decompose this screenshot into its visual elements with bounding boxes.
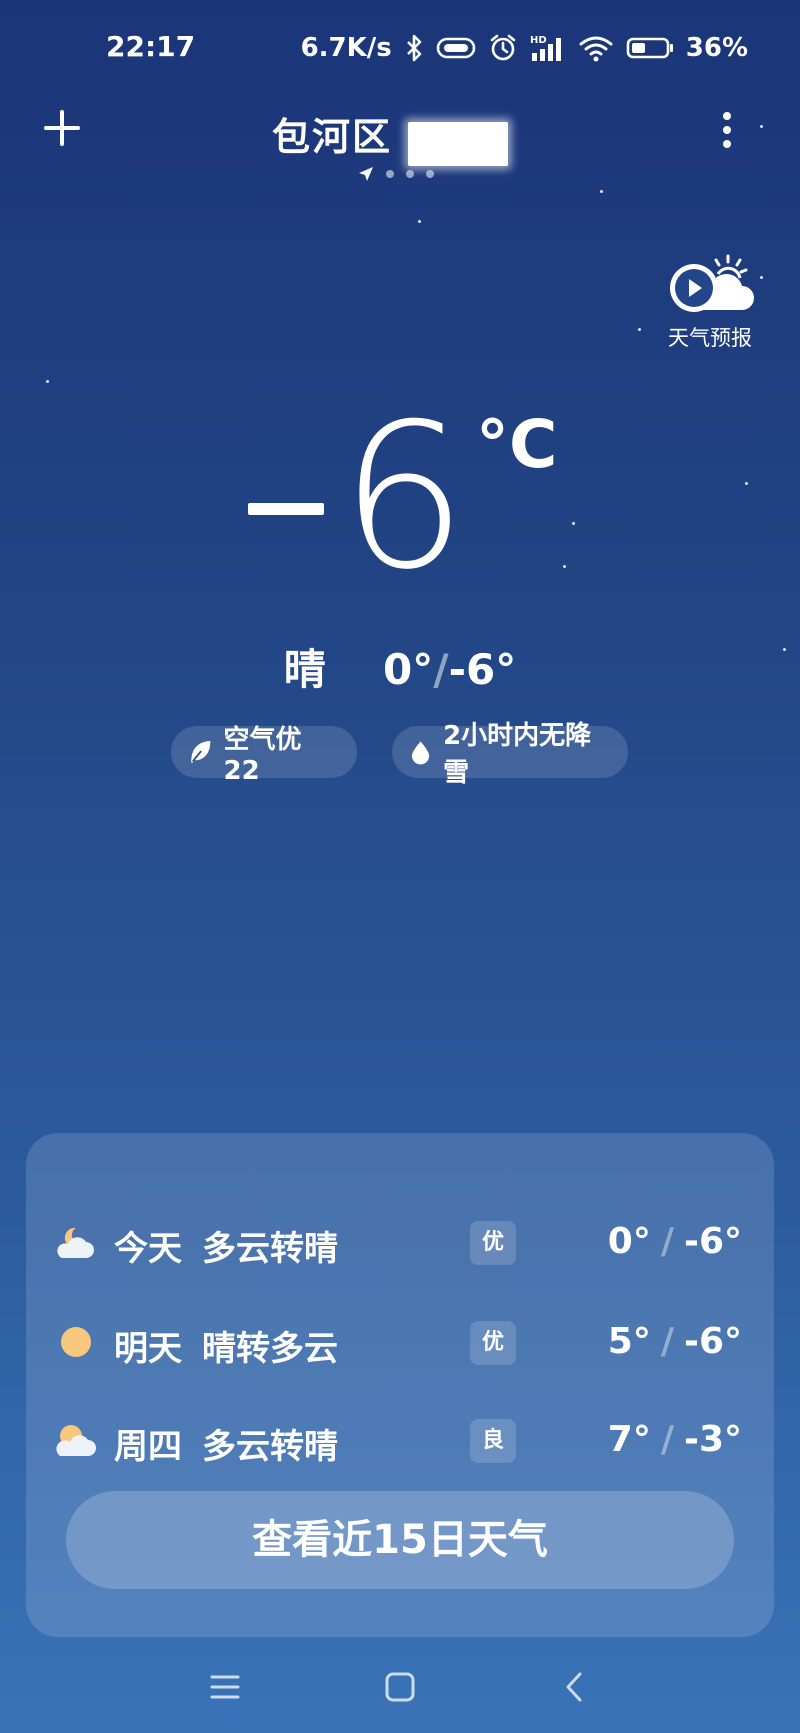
- temperature-unit: °C: [476, 406, 558, 483]
- air-quality-text: 空气优 22: [223, 724, 302, 786]
- star: [572, 522, 575, 525]
- current-summary: 晴 0°/-6°: [0, 636, 800, 697]
- forecast-temps: 5° / -6°: [607, 1321, 742, 1362]
- wifi-icon: [579, 36, 613, 62]
- star: [760, 125, 763, 128]
- status-time: 22:17: [106, 30, 196, 63]
- forecast-condition: 晴转多云: [202, 1329, 338, 1369]
- home-icon[interactable]: [377, 1664, 423, 1710]
- forecast-row-thursday[interactable]: 周四 多云转晴 良 7° / -3°: [26, 1405, 774, 1475]
- redacted-area: [408, 122, 508, 166]
- video-label: 天气预报: [668, 326, 752, 350]
- temp-separator: /: [433, 645, 449, 694]
- forecast-high: 7°: [607, 1419, 651, 1460]
- today-high: 0°: [383, 645, 434, 694]
- weather-video-button[interactable]: 天气预报: [660, 250, 760, 350]
- page-dot: [426, 170, 434, 178]
- alarm-icon: [490, 34, 516, 61]
- star: [418, 220, 421, 223]
- forecast-low: -3°: [684, 1419, 742, 1460]
- view-15-day-button[interactable]: 查看近15日天气: [66, 1491, 734, 1589]
- forecast-card: 今天 多云转晴 优 0° / -6° 明天 晴转多云 优 5° / -6° 周四 多云转…: [26, 1133, 774, 1637]
- water-drop-icon: [411, 741, 430, 765]
- page-dot: [386, 170, 394, 178]
- navigation-bar: [0, 1640, 800, 1733]
- forecast-temps: 7° / -3°: [607, 1419, 742, 1460]
- battery-percent: 36%: [685, 33, 748, 63]
- location-arrow-icon: [359, 167, 373, 181]
- star: [760, 276, 763, 279]
- current-condition: 晴: [283, 645, 326, 694]
- precipitation-chip[interactable]: 2小时内无降雪: [392, 721, 628, 788]
- star: [563, 565, 566, 568]
- battery-icon: [626, 37, 673, 59]
- partly-cloudy-icon: [56, 1425, 96, 1456]
- star: [600, 190, 603, 193]
- more-menu-button[interactable]: [712, 106, 742, 154]
- partly-cloudy-night-icon: [57, 1227, 94, 1258]
- forecast-day: 今天: [114, 1229, 182, 1269]
- svg-text:HD: HD: [530, 35, 547, 46]
- air-quality-badge: 优: [470, 1221, 516, 1265]
- city-name[interactable]: 包河区: [272, 106, 392, 161]
- sun-icon: [61, 1327, 91, 1357]
- forecast-condition: 多云转晴: [202, 1229, 338, 1269]
- current-temperature: 6: [340, 381, 467, 614]
- page-dot: [406, 170, 414, 178]
- forecast-low: -6°: [684, 1221, 742, 1262]
- page-indicator[interactable]: [358, 166, 434, 182]
- air-quality-chip[interactable]: 空气优 22: [171, 725, 357, 786]
- forecast-row-today[interactable]: 今天 多云转晴 优 0° / -6°: [26, 1207, 774, 1277]
- forecast-high: 5°: [607, 1321, 651, 1362]
- status-bar: 22:17 6.7K/s HD 36%: [0, 0, 800, 96]
- play-cloud-icon: [670, 254, 754, 312]
- forecast-condition: 多云转晴: [202, 1427, 338, 1467]
- signal-hd-icon: HD: [530, 35, 561, 61]
- forecast-high: 0°: [607, 1221, 651, 1262]
- precipitation-text: 2小时内无降雪: [443, 721, 592, 788]
- forecast-low: -6°: [684, 1321, 742, 1362]
- star: [46, 380, 49, 383]
- add-city-button[interactable]: [38, 104, 86, 152]
- bluetooth-icon: [406, 34, 422, 62]
- network-speed: 6.7K/s: [300, 33, 392, 63]
- forecast-temps: 0° / -6°: [607, 1221, 742, 1262]
- forecast-row-tomorrow[interactable]: 明天 晴转多云 优 5° / -6°: [26, 1307, 774, 1377]
- back-icon[interactable]: [552, 1664, 598, 1710]
- menu-icon[interactable]: [202, 1664, 248, 1710]
- air-quality-badge: 良: [470, 1419, 516, 1463]
- leaf-icon: [191, 740, 211, 763]
- forecast-day: 周四: [114, 1427, 182, 1467]
- star: [638, 328, 641, 331]
- minus-sign: [248, 503, 324, 515]
- status-icons: 6.7K/s HD 36%: [301, 30, 748, 66]
- today-low: -6°: [448, 645, 517, 694]
- air-quality-badge: 优: [470, 1321, 516, 1365]
- vibrate-icon: [436, 37, 476, 59]
- star: [745, 482, 748, 485]
- forecast-day: 明天: [114, 1329, 182, 1369]
